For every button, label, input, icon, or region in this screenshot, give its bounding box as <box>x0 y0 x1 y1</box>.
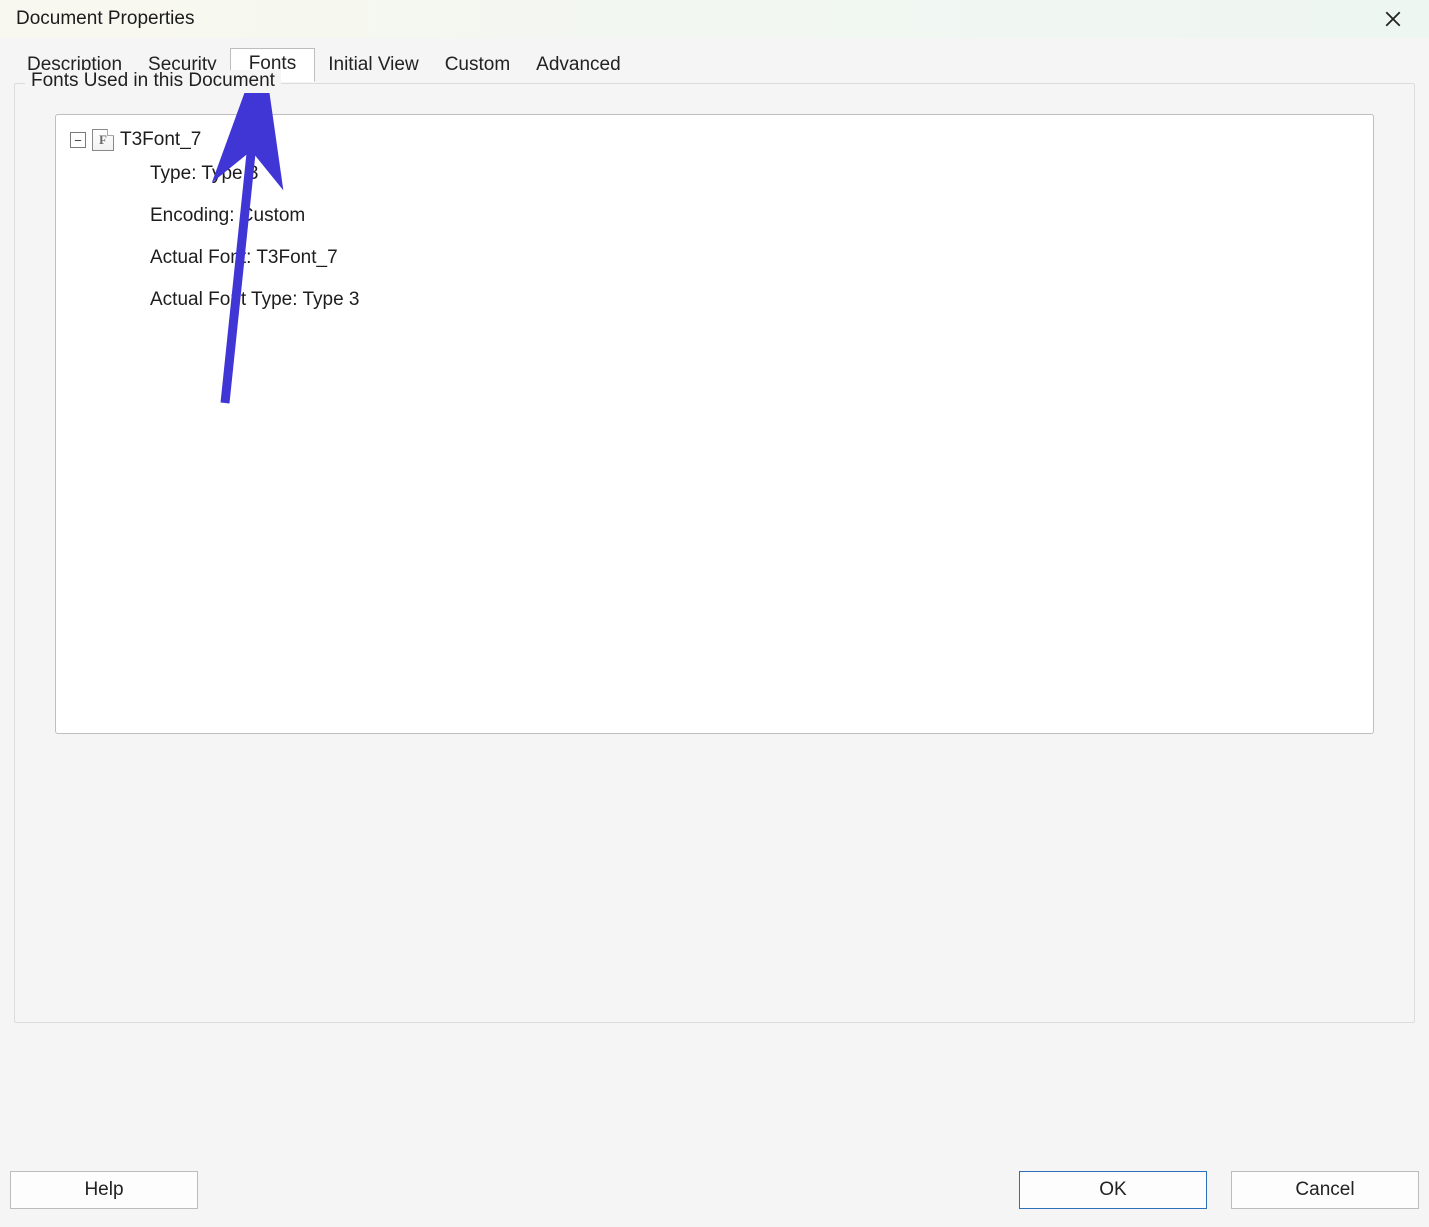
font-actual-font-type-label: Actual Font Type: Type 3 <box>150 289 1359 311</box>
font-tree-item[interactable]: − F T3Font_7 <box>70 129 1359 151</box>
tree-collapse-icon[interactable]: − <box>70 132 86 148</box>
fonts-list[interactable]: − F T3Font_7 Type: Type 3 Encoding: Cust… <box>55 114 1374 734</box>
font-encoding-label: Encoding: Custom <box>150 205 1359 227</box>
dialog-footer: Help OK Cancel <box>0 1165 1429 1227</box>
close-icon <box>1384 10 1402 28</box>
font-type-label: Type: Type 3 <box>150 163 1359 185</box>
fonts-groupbox: Fonts Used in this Document − F T3Font_7… <box>14 83 1415 1023</box>
font-actual-font-label: Actual Font: T3Font_7 <box>150 247 1359 269</box>
document-properties-dialog: Document Properties Description Security… <box>0 0 1429 1227</box>
ok-button[interactable]: OK <box>1019 1171 1207 1209</box>
groupbox-title: Fonts Used in this Document <box>25 70 281 92</box>
title-bar: Document Properties <box>0 0 1429 38</box>
close-button[interactable] <box>1369 5 1417 33</box>
font-properties: Type: Type 3 Encoding: Custom Actual Fon… <box>70 163 1359 311</box>
tab-advanced[interactable]: Advanced <box>523 47 634 82</box>
dialog-body: Description Security Fonts Initial View … <box>0 38 1429 1227</box>
tab-custom[interactable]: Custom <box>432 47 523 82</box>
help-button[interactable]: Help <box>10 1171 198 1209</box>
window-title: Document Properties <box>16 8 194 30</box>
font-file-icon: F <box>92 129 114 151</box>
font-name-label: T3Font_7 <box>120 129 201 151</box>
cancel-button[interactable]: Cancel <box>1231 1171 1419 1209</box>
tab-initial-view[interactable]: Initial View <box>315 47 431 82</box>
